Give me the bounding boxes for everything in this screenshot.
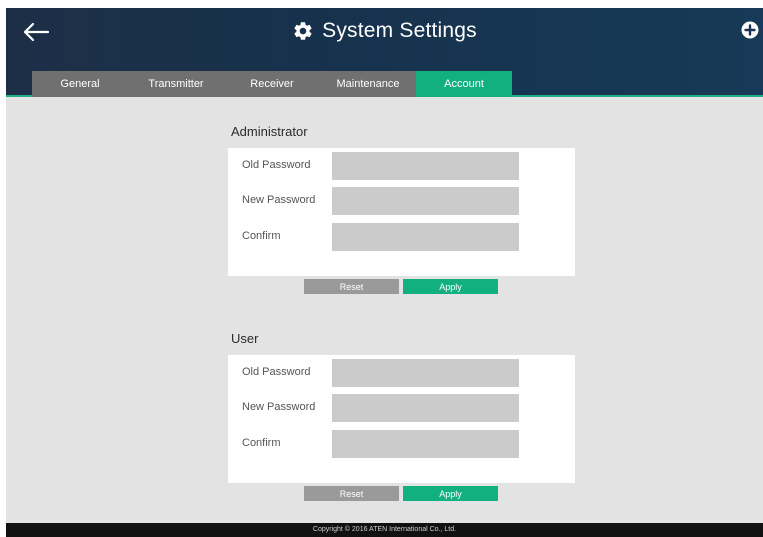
user-new-password-label: New Password: [242, 401, 316, 413]
admin-new-password-row: New Password: [228, 187, 575, 215]
plus-circle-icon: [741, 21, 759, 39]
administrator-section-title: Administrator: [231, 124, 308, 139]
user-confirm-row: Confirm: [228, 430, 575, 458]
user-new-password-input[interactable]: [332, 394, 519, 422]
tab-transmitter[interactable]: Transmitter: [128, 71, 224, 97]
user-old-password-label: Old Password: [242, 366, 311, 378]
title-text: System Settings: [322, 19, 477, 42]
admin-confirm-label: Confirm: [242, 230, 281, 242]
user-new-password-row: New Password: [228, 394, 575, 422]
user-panel: Old Password New Password Confirm: [228, 355, 575, 483]
admin-confirm-input[interactable]: [332, 223, 519, 251]
gear-icon: [294, 22, 312, 40]
admin-old-password-row: Old Password: [228, 152, 575, 180]
admin-old-password-input[interactable]: [332, 152, 519, 180]
admin-apply-button[interactable]: Apply: [403, 279, 498, 294]
tab-maintenance[interactable]: Maintenance: [320, 71, 416, 97]
admin-confirm-row: Confirm: [228, 223, 575, 251]
tab-account[interactable]: Account: [416, 71, 512, 97]
admin-new-password-input[interactable]: [332, 187, 519, 215]
user-confirm-label: Confirm: [242, 437, 281, 449]
admin-new-password-label: New Password: [242, 194, 316, 206]
user-reset-button[interactable]: Reset: [304, 486, 399, 501]
tab-receiver[interactable]: Receiver: [224, 71, 320, 97]
user-section-title: User: [231, 331, 259, 346]
admin-reset-button[interactable]: Reset: [304, 279, 399, 294]
settings-window: System Settings General Transmitter Rece…: [6, 8, 763, 537]
user-apply-button[interactable]: Apply: [403, 486, 498, 501]
page-title: System Settings: [6, 19, 763, 47]
tab-general[interactable]: General: [32, 71, 128, 97]
footer-copyright: Copyright © 2016 ATEN International Co.,…: [6, 523, 763, 537]
administrator-panel: Old Password New Password Confirm: [228, 148, 575, 276]
user-old-password-input[interactable]: [332, 359, 519, 387]
user-confirm-input[interactable]: [332, 430, 519, 458]
admin-old-password-label: Old Password: [242, 159, 311, 171]
header-bar: System Settings General Transmitter Rece…: [6, 8, 763, 97]
add-button[interactable]: [741, 21, 759, 39]
tab-bar: General Transmitter Receiver Maintenance…: [32, 71, 512, 97]
user-old-password-row: Old Password: [228, 359, 575, 387]
